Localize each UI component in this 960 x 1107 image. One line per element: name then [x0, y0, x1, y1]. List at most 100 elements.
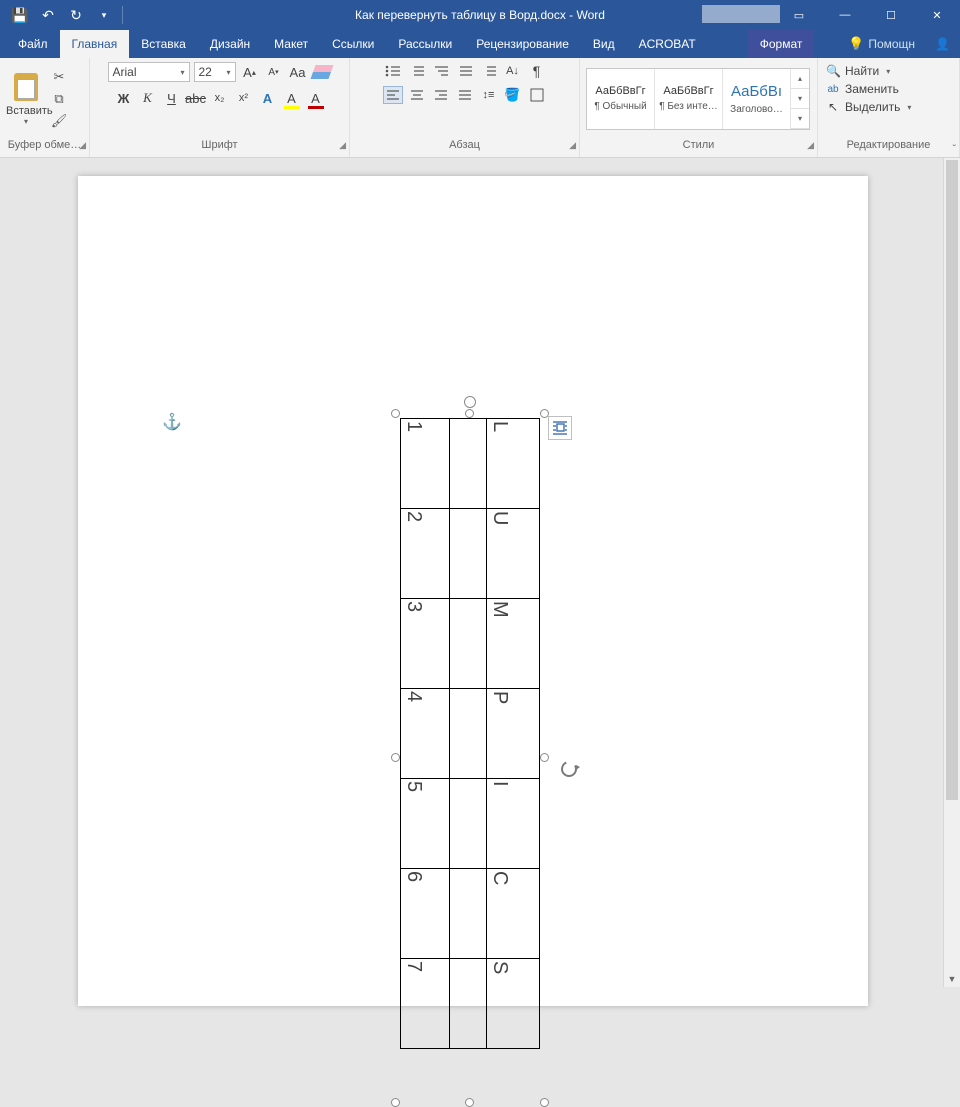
table-cell-empty[interactable]: [450, 599, 487, 689]
table-cell-empty[interactable]: [450, 419, 487, 509]
layout-options-button[interactable]: [548, 416, 572, 440]
tell-me-button[interactable]: 💡Помощн: [838, 36, 925, 52]
resize-handle-sw[interactable]: [391, 1098, 400, 1107]
resize-handle-e[interactable]: [540, 753, 549, 762]
resize-handle-n[interactable]: [465, 409, 474, 418]
shading-button[interactable]: 🪣: [503, 86, 523, 104]
collapse-ribbon-button[interactable]: ˇ: [953, 144, 956, 155]
resize-handle-w[interactable]: [391, 753, 400, 762]
line-spacing-button[interactable]: ↕≡: [479, 86, 499, 104]
vertical-scrollbar[interactable]: ▲ ▼: [943, 158, 960, 987]
superscript-button[interactable]: x²: [234, 88, 254, 108]
table-cell-empty[interactable]: [450, 959, 487, 1049]
resize-handle-s[interactable]: [465, 1098, 474, 1107]
table-cell-number[interactable]: 5: [401, 779, 450, 869]
undo-button[interactable]: ↶: [36, 3, 60, 27]
format-painter-button[interactable]: 🖌: [50, 112, 68, 130]
table-cell-letter[interactable]: M: [486, 599, 539, 689]
save-button[interactable]: 💾: [8, 3, 32, 27]
table-row[interactable]: 1L: [401, 419, 540, 509]
resize-handle-se[interactable]: [540, 1098, 549, 1107]
tab-references[interactable]: Ссылки: [320, 30, 386, 58]
bullets-button[interactable]: [383, 62, 403, 80]
close-button[interactable]: ✕: [914, 0, 960, 30]
textbox-object[interactable]: 1L2U3M4P5I6C7S: [400, 418, 540, 1098]
strikethrough-button[interactable]: abc: [186, 88, 206, 108]
borders-button[interactable]: [527, 86, 547, 104]
table-row[interactable]: 6C: [401, 869, 540, 959]
show-marks-button[interactable]: ¶: [527, 62, 547, 80]
table-cell-letter[interactable]: S: [486, 959, 539, 1049]
table-cell-number[interactable]: 1: [401, 419, 450, 509]
change-case-button[interactable]: Aa: [288, 62, 308, 82]
qat-customize-button[interactable]: ▾: [92, 3, 116, 27]
table-cell-letter[interactable]: P: [486, 689, 539, 779]
multilevel-list-button[interactable]: [431, 62, 451, 80]
table-cell-number[interactable]: 4: [401, 689, 450, 779]
maximize-button[interactable]: ☐: [868, 0, 914, 30]
table-row[interactable]: 2U: [401, 509, 540, 599]
tab-view[interactable]: Вид: [581, 30, 627, 58]
tab-acrobat[interactable]: ACROBAT: [627, 30, 708, 58]
tab-design[interactable]: Дизайн: [198, 30, 262, 58]
justify-button[interactable]: [455, 86, 475, 104]
align-right-button[interactable]: [431, 86, 451, 104]
table-row[interactable]: 4P: [401, 689, 540, 779]
italic-button[interactable]: К: [138, 88, 158, 108]
ribbon-options-button[interactable]: ▭: [776, 0, 822, 30]
subscript-button[interactable]: x₂: [210, 88, 230, 108]
share-button[interactable]: 👤: [925, 37, 960, 51]
replace-button[interactable]: abЗаменить: [826, 82, 899, 96]
styles-gallery-scroll[interactable]: ▴▾▾: [791, 69, 809, 129]
scrollbar-thumb[interactable]: [946, 160, 958, 800]
font-name-combo[interactable]: Arial▾: [108, 62, 190, 82]
table-row[interactable]: 7S: [401, 959, 540, 1049]
table-cell-empty[interactable]: [450, 869, 487, 959]
styles-gallery[interactable]: АаБбВвГг¶ Обычный АаБбВвГг¶ Без инте… Аа…: [586, 68, 810, 130]
table-cell-letter[interactable]: U: [486, 509, 539, 599]
tab-layout[interactable]: Макет: [262, 30, 320, 58]
grow-font-button[interactable]: A▴: [240, 62, 260, 82]
highlight-button[interactable]: A: [282, 88, 302, 108]
select-button[interactable]: ↖Выделить▾: [826, 100, 911, 114]
tab-format[interactable]: Формат: [748, 30, 815, 58]
scroll-down-button[interactable]: ▼: [944, 970, 960, 987]
table-cell-empty[interactable]: [450, 509, 487, 599]
decrease-indent-button[interactable]: [455, 62, 475, 80]
table-cell-empty[interactable]: [450, 689, 487, 779]
font-size-combo[interactable]: 22▾: [194, 62, 236, 82]
style-heading1[interactable]: АаБбВıЗаголово…: [723, 69, 791, 129]
table-cell-letter[interactable]: I: [486, 779, 539, 869]
copy-button[interactable]: ⧉: [50, 90, 68, 108]
table-cell-number[interactable]: 7: [401, 959, 450, 1049]
rotated-table[interactable]: 1L2U3M4P5I6C7S: [400, 418, 540, 1049]
clipboard-dialog-launcher[interactable]: ◢: [79, 140, 86, 151]
font-color-button[interactable]: A: [306, 88, 326, 108]
table-cell-empty[interactable]: [450, 779, 487, 869]
find-button[interactable]: 🔍Найти▾: [826, 64, 890, 78]
table-cell-letter[interactable]: C: [486, 869, 539, 959]
user-account-box[interactable]: [702, 5, 780, 23]
shrink-font-button[interactable]: A▾: [264, 62, 284, 82]
style-no-spacing[interactable]: АаБбВвГг¶ Без инте…: [655, 69, 723, 129]
style-normal[interactable]: АаБбВвГг¶ Обычный: [587, 69, 655, 129]
styles-dialog-launcher[interactable]: ◢: [807, 140, 814, 151]
tab-insert[interactable]: Вставка: [129, 30, 198, 58]
table-row[interactable]: 3M: [401, 599, 540, 689]
sort-button[interactable]: A↓: [503, 62, 523, 80]
increase-indent-button[interactable]: [479, 62, 499, 80]
table-cell-number[interactable]: 6: [401, 869, 450, 959]
tab-home[interactable]: Главная: [60, 30, 130, 58]
cut-button[interactable]: ✂: [50, 68, 68, 86]
clear-formatting-button[interactable]: [312, 62, 332, 82]
tab-mailings[interactable]: Рассылки: [386, 30, 464, 58]
numbering-button[interactable]: [407, 62, 427, 80]
table-row[interactable]: 5I: [401, 779, 540, 869]
font-dialog-launcher[interactable]: ◢: [339, 140, 346, 151]
text-effects-button[interactable]: A: [258, 88, 278, 108]
table-cell-letter[interactable]: L: [486, 419, 539, 509]
bold-button[interactable]: Ж: [114, 88, 134, 108]
align-center-button[interactable]: [407, 86, 427, 104]
paragraph-dialog-launcher[interactable]: ◢: [569, 140, 576, 151]
tab-review[interactable]: Рецензирование: [464, 30, 581, 58]
